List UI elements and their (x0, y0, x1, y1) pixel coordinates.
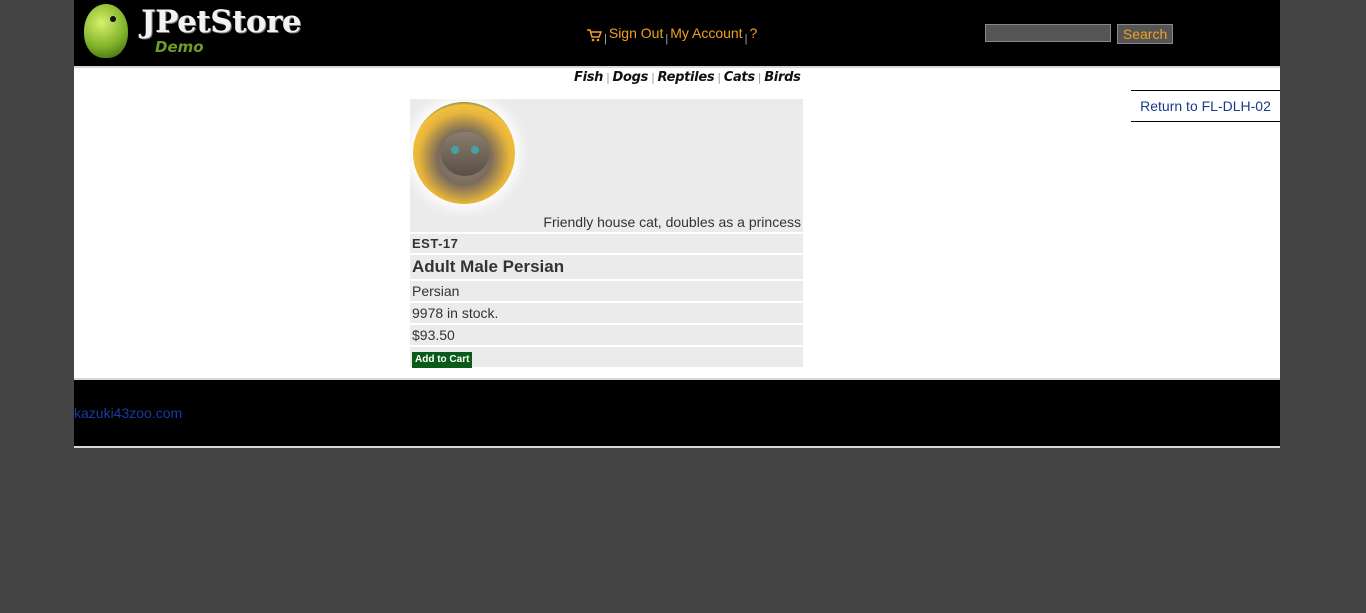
main-content: Fish | Dogs | Reptiles | Cats | Birds Return to … (74, 68, 1280, 378)
my-account-link[interactable]: My Account (670, 25, 742, 41)
item-product: Persian (410, 281, 803, 301)
help-link[interactable]: ? (749, 25, 757, 41)
footer-domain-link[interactable]: kazuki43zoo.com (74, 405, 182, 421)
parrot-logo-icon (84, 4, 128, 58)
menu-separator: | (665, 33, 669, 45)
return-to-product-link[interactable]: Return to FL-DLH-02 (1140, 98, 1271, 114)
logo-title: JPetStore (141, 4, 302, 40)
category-quicklinks: Fish | Dogs | Reptiles | Cats | Birds (574, 70, 801, 85)
back-link-box: Return to FL-DLH-02 (1131, 90, 1280, 122)
item-image-row: Friendly house cat, doubles as a princes… (410, 99, 803, 232)
quicklink-dogs[interactable]: Dogs (613, 70, 649, 85)
item-detail-table: Friendly house cat, doubles as a princes… (410, 99, 803, 369)
sign-out-link[interactable]: Sign Out (609, 25, 663, 41)
logo[interactable]: JPetStore Demo (84, 2, 302, 60)
search-form: Search (985, 24, 1174, 44)
header-menu: | Sign Out | My Account |? (586, 24, 757, 46)
search-button[interactable]: Search (1116, 24, 1174, 44)
quicklink-birds[interactable]: Birds (764, 70, 801, 85)
quicklink-separator: | (757, 71, 762, 84)
quicklink-separator: | (717, 71, 721, 84)
menu-separator: | (744, 33, 748, 45)
search-input[interactable] (985, 24, 1111, 42)
kitten-photo (413, 102, 515, 204)
header: JPetStore Demo | Sign Out | My Account |? Se… (74, 0, 1280, 68)
quicklink-cats[interactable]: Cats (724, 70, 755, 85)
item-name: Adult Male Persian (410, 255, 803, 279)
item-price: $93.50 (410, 325, 803, 345)
item-id: EST-17 (410, 234, 803, 253)
quicklink-separator: | (606, 71, 610, 84)
quicklink-reptiles[interactable]: Reptiles (658, 70, 715, 85)
footer: kazuki43zoo.com (74, 378, 1280, 448)
cart-icon[interactable] (586, 28, 603, 42)
logo-subtitle: Demo (155, 38, 204, 56)
page-wrapper: JPetStore Demo | Sign Out | My Account |? Se… (74, 0, 1280, 448)
add-to-cart-row: Add to Cart (410, 347, 803, 368)
add-to-cart-button[interactable]: Add to Cart (412, 352, 473, 368)
quicklink-fish[interactable]: Fish (574, 70, 603, 85)
quicklink-separator: | (651, 71, 655, 84)
menu-separator: | (604, 33, 607, 45)
item-stock: 9978 in stock. (410, 303, 803, 323)
item-description: Friendly house cat, doubles as a princes… (543, 214, 801, 230)
